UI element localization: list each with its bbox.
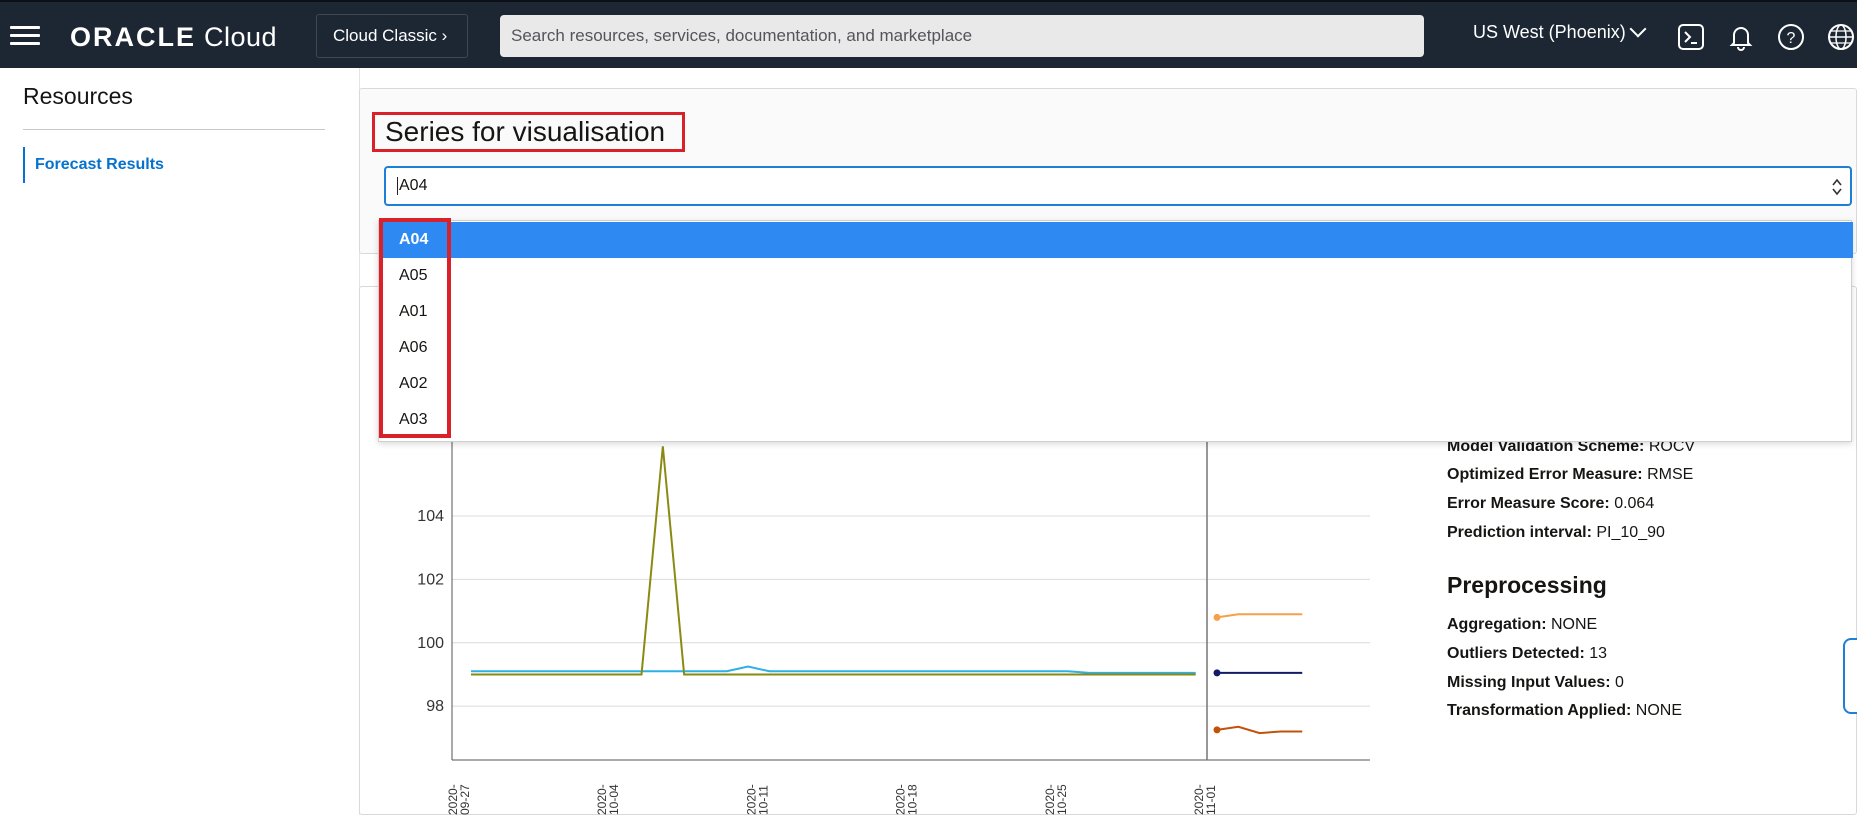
globe-icon[interactable]: [1826, 22, 1856, 52]
x-tick-label: 2020-10-25: [1043, 784, 1069, 815]
info-outliers: Outliers Detected: 13: [1447, 645, 1608, 662]
text-caret: [397, 176, 398, 195]
menu-icon[interactable]: [10, 26, 40, 46]
select-arrows-icon: [1832, 178, 1842, 196]
x-tick-label: 2020-09-27: [446, 784, 472, 815]
divider: [23, 129, 325, 130]
y-tick-label: 102: [417, 571, 444, 588]
x-tick-label: 2020-10-04: [595, 784, 621, 815]
region-selector[interactable]: US West (Phoenix): [1473, 20, 1647, 43]
series-select[interactable]: A04: [384, 166, 1852, 206]
forecast-start-point: [1213, 613, 1221, 621]
x-tick-label: 2020-10-11: [744, 784, 770, 815]
dropdown-option-a04[interactable]: A04: [379, 222, 1853, 258]
dropdown-option-a02[interactable]: A02: [379, 366, 1853, 402]
info-prediction-interval: Prediction interval: PI_10_90: [1447, 524, 1665, 541]
series-line: [1216, 725, 1303, 735]
cloud-shell-icon[interactable]: [1676, 22, 1706, 52]
region-label: US West (Phoenix): [1473, 22, 1626, 42]
series-line: [1216, 613, 1303, 619]
cloud-classic-button[interactable]: Cloud Classic ›: [316, 14, 468, 58]
y-tick-label: 98: [426, 698, 444, 715]
svg-text:?: ?: [1787, 30, 1796, 47]
y-tick-label: 104: [417, 508, 444, 525]
info-missing-values: Missing Input Values: 0: [1447, 674, 1624, 691]
feedback-button[interactable]: [1843, 638, 1857, 714]
series-line: [471, 665, 1196, 674]
dropdown-option-a03[interactable]: A03: [379, 402, 1853, 438]
chevron-down-icon: [1629, 20, 1647, 38]
info-error-measure: Optimized Error Measure: RMSE: [1447, 466, 1694, 483]
series-dropdown-list: A04 A05 A01 A06 A02 A03: [378, 220, 1853, 442]
cloud-classic-label: Cloud Classic: [333, 26, 437, 45]
info-transformation: Transformation Applied: NONE: [1447, 702, 1682, 719]
preprocessing-heading: Preprocessing: [1447, 572, 1607, 598]
forecast-start-point: [1213, 669, 1221, 677]
dropdown-option-a06[interactable]: A06: [379, 330, 1853, 366]
bell-icon[interactable]: [1726, 22, 1756, 52]
info-error-score: Error Measure Score: 0.064: [1447, 495, 1655, 512]
forecast-start-point: [1213, 726, 1221, 734]
series-title: Series for visualisation: [372, 112, 685, 152]
resources-heading: Resources: [23, 83, 133, 109]
series-line: [471, 446, 1196, 676]
oracle-cloud-logo[interactable]: ORACLE Cloud: [70, 22, 277, 53]
x-tick-label: 2020-11-01: [1192, 784, 1218, 815]
x-tick-label: 2020-10-18: [894, 784, 920, 815]
top-navigation-bar: ORACLE Cloud Cloud Classic › Search reso…: [0, 0, 1857, 68]
forecast-chart: 98 100 102 104 2020-09-27 2020-10-04 2020-10-1…: [417, 440, 1370, 815]
y-tick-label: 100: [417, 635, 444, 652]
options-highlight-box: [379, 218, 451, 438]
dropdown-option-a05[interactable]: A05: [379, 258, 1853, 294]
sidebar-item-forecast-results[interactable]: Forecast Results: [23, 147, 164, 183]
dropdown-option-a01[interactable]: A01: [379, 294, 1853, 330]
help-icon[interactable]: ?: [1776, 22, 1806, 52]
info-aggregation: Aggregation: NONE: [1447, 616, 1598, 633]
chevron-right-icon: ›: [441, 26, 448, 45]
search-input[interactable]: Search resources, services, documentatio…: [500, 15, 1424, 57]
series-select-value: A04: [399, 177, 428, 194]
